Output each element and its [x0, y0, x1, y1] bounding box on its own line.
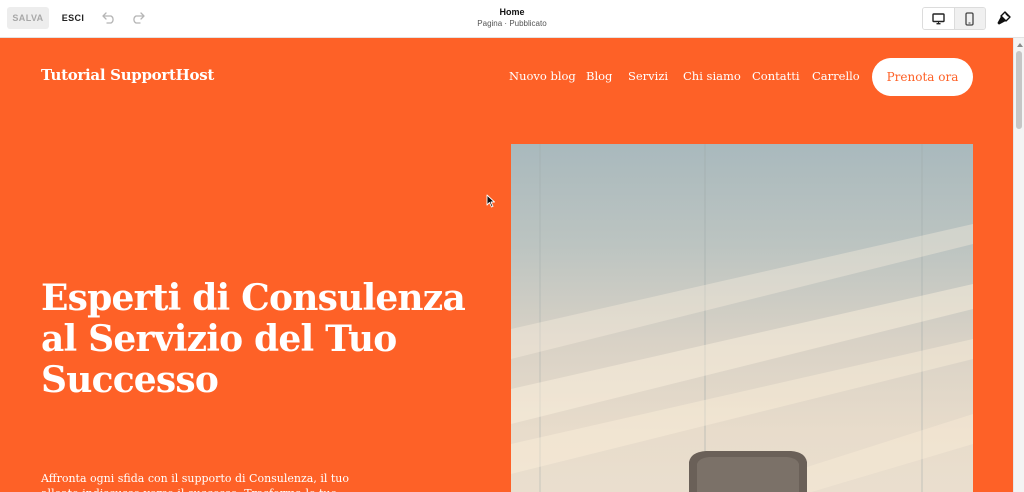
site-nav: Nuovo blog Blog Servizi Chi siamo Contat…	[0, 69, 1013, 87]
book-now-button[interactable]: Prenota ora	[872, 58, 973, 96]
editor-toolbar: SALVA ESCI Home Pagina · Pubblicato	[0, 0, 1024, 38]
site-preview: Tutorial SupportHost Nuovo blog Blog Ser…	[0, 38, 1013, 492]
device-switcher	[922, 7, 986, 30]
save-button[interactable]: SALVA	[7, 7, 49, 29]
scroll-thumb[interactable]	[1016, 51, 1022, 129]
nav-item-servizi[interactable]: Servizi	[628, 69, 668, 83]
scroll-up-icon[interactable]	[1017, 42, 1023, 47]
nav-item-chi-siamo[interactable]: Chi siamo	[683, 69, 741, 83]
desktop-view-button[interactable]	[923, 8, 954, 29]
hero-description: Affronta ogni sfida con il supporto di C…	[41, 472, 350, 492]
hero-title: Esperti di Consulenza al Servizio del Tu…	[41, 277, 466, 401]
hero-image	[511, 144, 973, 492]
page-title: Home	[499, 7, 525, 17]
scrollbar[interactable]	[1013, 38, 1024, 492]
nav-item-contatti[interactable]: Contatti	[752, 69, 800, 83]
page-status: Pagina · Pubblicato	[477, 19, 547, 28]
mouse-cursor-icon	[486, 194, 495, 208]
nav-item-nuovo-blog[interactable]: Nuovo blog	[509, 69, 576, 83]
mobile-view-button[interactable]	[953, 8, 985, 29]
nav-item-blog[interactable]: Blog	[586, 69, 612, 83]
desktop-icon	[932, 12, 945, 24]
paintbrush-icon[interactable]	[994, 8, 1014, 28]
mobile-icon	[965, 11, 974, 26]
undo-icon[interactable]	[100, 9, 118, 27]
nav-item-carrello[interactable]: Carrello	[812, 69, 860, 83]
redo-icon[interactable]	[129, 9, 147, 27]
page-info: Home Pagina · Pubblicato	[412, 6, 612, 29]
exit-button[interactable]: ESCI	[58, 7, 88, 29]
